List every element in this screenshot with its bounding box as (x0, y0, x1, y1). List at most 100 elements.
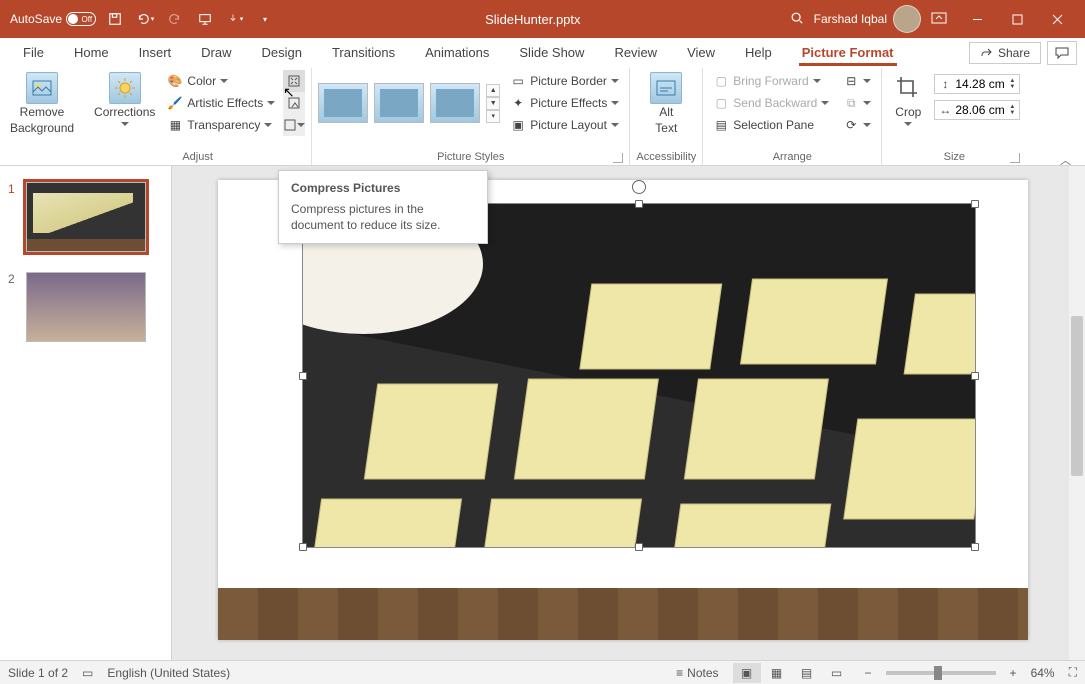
height-input[interactable] (955, 77, 1005, 91)
zoom-in-button[interactable]: + (1010, 666, 1017, 680)
spin-down-button[interactable]: ▼ (1009, 110, 1015, 116)
zoom-slider-thumb[interactable] (934, 666, 942, 680)
tooltip-body: Compress pictures in the document to red… (291, 201, 475, 233)
reading-view-button[interactable]: ▤ (793, 663, 821, 683)
wood-floor-graphic (218, 588, 1028, 640)
corrections-button[interactable]: Corrections (90, 70, 159, 136)
minimize-button[interactable] (957, 0, 997, 38)
present-from-beginning-icon[interactable] (194, 7, 216, 31)
scrollbar-thumb[interactable] (1071, 316, 1083, 476)
resize-handle[interactable] (971, 543, 979, 551)
picture-content (303, 204, 975, 547)
selection-pane-button[interactable]: ▤Selection Pane (709, 114, 833, 136)
tab-file[interactable]: File (8, 39, 59, 66)
ribbon: Remove Background Corrections 🎨Color 🖌️A… (0, 68, 1085, 166)
tab-design[interactable]: Design (247, 39, 317, 66)
dialog-launcher-button[interactable] (1010, 153, 1020, 163)
zoom-value[interactable]: 64% (1031, 666, 1055, 680)
align-icon: ⊟ (843, 73, 859, 89)
height-input-wrap[interactable]: ↕▲▼ (934, 74, 1020, 94)
maximize-button[interactable] (997, 0, 1037, 38)
comments-button[interactable] (1047, 41, 1077, 65)
normal-view-button[interactable]: ▣ (733, 663, 761, 683)
language-status[interactable]: English (United States) (107, 666, 230, 680)
tab-view[interactable]: View (672, 39, 730, 66)
chevron-down-icon (904, 122, 912, 126)
resize-handle[interactable] (971, 200, 979, 208)
rotate-button[interactable]: ⟳ (839, 114, 875, 136)
color-button[interactable]: 🎨Color (163, 70, 279, 92)
style-thumb[interactable] (374, 83, 424, 123)
chevron-down-icon (611, 123, 619, 127)
tab-insert[interactable]: Insert (124, 39, 187, 66)
gallery-more-button[interactable]: ▾ (486, 110, 500, 123)
gallery-down-button[interactable]: ▼ (486, 97, 500, 110)
picture-style-gallery[interactable]: ▲ ▼ ▾ (318, 70, 500, 136)
autosave-toggle[interactable]: AutoSave Off (10, 12, 96, 26)
remove-background-button[interactable]: Remove Background (6, 70, 78, 138)
resize-handle[interactable] (971, 372, 979, 380)
width-input-wrap[interactable]: ↔▲▼ (934, 100, 1020, 120)
picture-border-button[interactable]: ▭Picture Border (506, 70, 623, 92)
user-account[interactable]: Farshad Iqbal (814, 5, 921, 33)
style-thumb[interactable] (318, 83, 368, 123)
slide[interactable] (218, 180, 1028, 640)
slide-thumbnail-2[interactable]: 2 (0, 268, 171, 358)
thumb-preview (26, 182, 146, 252)
search-button[interactable] (790, 11, 804, 28)
reset-picture-button[interactable] (283, 114, 305, 136)
notes-button[interactable]: ≡ Notes (676, 666, 718, 680)
slide-sorter-view-button[interactable]: ▦ (763, 663, 791, 683)
resize-handle[interactable] (635, 200, 643, 208)
vertical-scrollbar[interactable] (1069, 166, 1085, 660)
tab-home[interactable]: Home (59, 39, 124, 66)
resize-handle[interactable] (635, 543, 643, 551)
crop-icon (892, 72, 924, 104)
group-label-adjust: Adjust (90, 151, 305, 165)
tab-transitions[interactable]: Transitions (317, 39, 410, 66)
corrections-icon (109, 72, 141, 104)
tab-picture-format[interactable]: Picture Format (787, 39, 909, 66)
redo-button[interactable] (164, 7, 186, 31)
close-button[interactable] (1037, 0, 1077, 38)
slide-thumbnail-1[interactable]: 1 (0, 178, 171, 268)
gallery-up-button[interactable]: ▲ (486, 84, 500, 97)
style-thumb[interactable] (430, 83, 480, 123)
align-button[interactable]: ⊟ (839, 70, 875, 92)
zoom-out-button[interactable]: − (865, 666, 872, 680)
compress-pictures-button[interactable] (283, 70, 305, 92)
tab-draw[interactable]: Draw (186, 39, 246, 66)
picture-effects-icon: ✦ (510, 95, 526, 111)
alt-text-button[interactable]: Alt Text (636, 70, 696, 138)
thumbnail-pane[interactable]: 1 2 (0, 166, 172, 660)
ribbon-display-options-button[interactable] (931, 12, 947, 27)
resize-handle[interactable] (299, 372, 307, 380)
tab-help[interactable]: Help (730, 39, 787, 66)
rotate-handle[interactable] (632, 180, 646, 194)
thumb-number: 2 (8, 272, 20, 342)
qat-more-button[interactable]: ▾ (224, 7, 246, 31)
tab-animations[interactable]: Animations (410, 39, 504, 66)
dialog-launcher-button[interactable] (613, 153, 623, 163)
width-input[interactable] (955, 103, 1005, 117)
transparency-button[interactable]: ▦Transparency (163, 114, 279, 136)
change-picture-button[interactable] (283, 92, 305, 114)
slideshow-view-button[interactable]: ▭ (823, 663, 851, 683)
slide-counter[interactable]: Slide 1 of 2 (8, 666, 68, 680)
tab-slideshow[interactable]: Slide Show (504, 39, 599, 66)
crop-button[interactable]: Crop (888, 70, 928, 128)
artistic-effects-button[interactable]: 🖌️Artistic Effects (163, 92, 279, 114)
resize-handle[interactable] (299, 543, 307, 551)
share-button[interactable]: Share (969, 42, 1041, 64)
qat-customize-button[interactable]: ▾ (254, 7, 276, 31)
spin-down-button[interactable]: ▼ (1009, 84, 1015, 90)
accessibility-check-icon[interactable]: ▭ (82, 666, 93, 680)
undo-button[interactable]: ▾ (134, 7, 156, 31)
fit-to-window-button[interactable]: ⛶ (1069, 665, 1077, 680)
zoom-slider[interactable] (886, 671, 996, 675)
tab-review[interactable]: Review (599, 39, 672, 66)
picture-effects-button[interactable]: ✦Picture Effects (506, 92, 623, 114)
selected-picture[interactable] (303, 204, 975, 547)
save-icon[interactable] (104, 7, 126, 31)
picture-layout-button[interactable]: ▣Picture Layout (506, 114, 623, 136)
